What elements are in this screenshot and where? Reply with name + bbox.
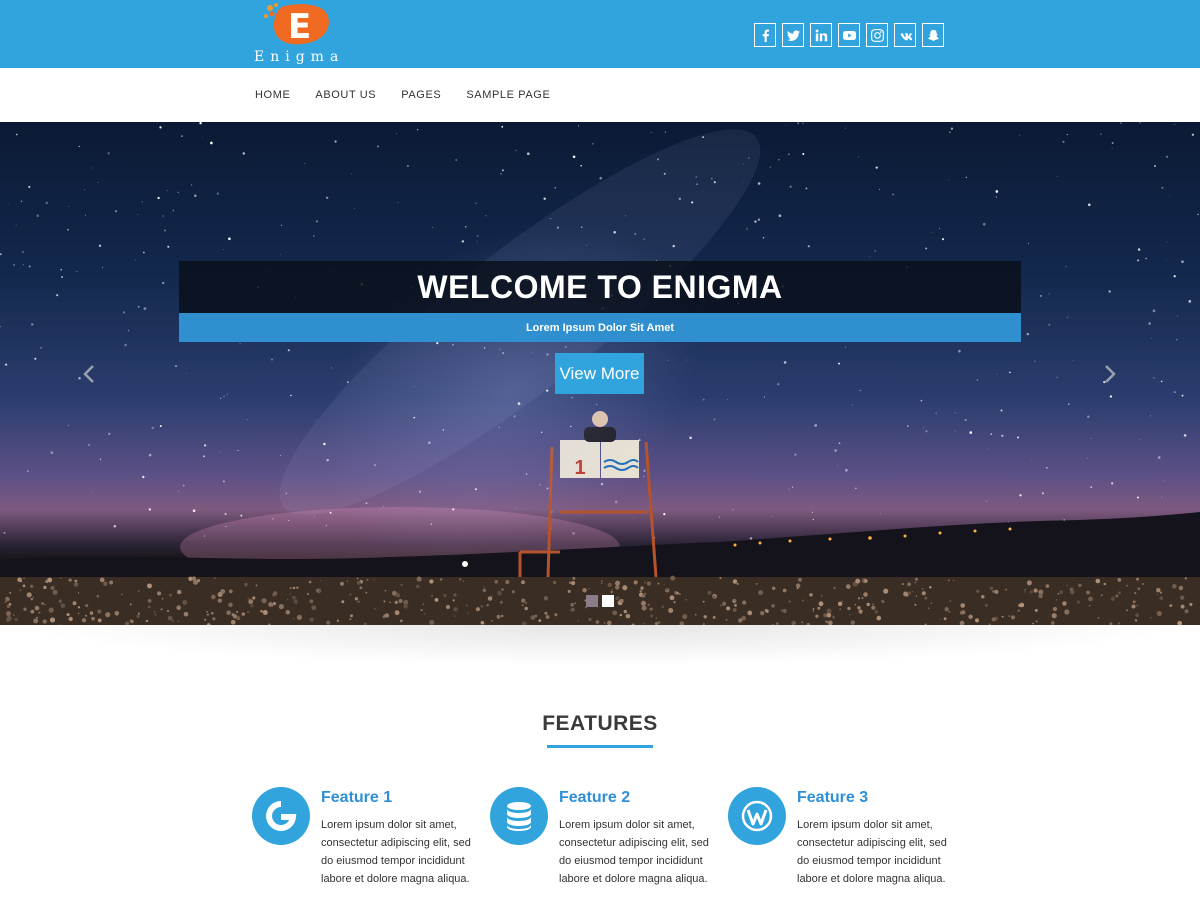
slider-dot-1[interactable] [586, 595, 598, 607]
hero-subtitle-box: Lorem Ipsum Dolor Sit Amet [179, 313, 1021, 342]
feature-card-2: Feature 2 Lorem ipsum dolor sit amet, co… [490, 786, 710, 896]
feature-title[interactable]: Feature 2 [559, 789, 630, 807]
twitter-link[interactable] [782, 23, 804, 47]
main-nav: HOME ABOUT US PAGES SAMPLE PAGE [0, 68, 1200, 122]
nav-item-about-us[interactable]: ABOUT US [315, 89, 376, 101]
social-links [754, 23, 944, 47]
twitter-icon [786, 29, 800, 41]
hero-subtitle: Lorem Ipsum Dolor Sit Amet [525, 321, 675, 334]
logo-mark-icon: E [264, 3, 329, 46]
vk-link[interactable] [894, 23, 916, 47]
slider-prev-button[interactable] [82, 362, 96, 386]
linkedin-link[interactable] [810, 23, 832, 47]
facebook-link[interactable] [754, 23, 776, 47]
features-title-underline [547, 745, 653, 748]
nav-item-sample-page[interactable]: SAMPLE PAGE [466, 89, 550, 101]
instagram-icon [870, 28, 884, 42]
nav-item-pages[interactable]: PAGES [401, 89, 441, 101]
facebook-icon [762, 29, 769, 42]
slider-dot-2-active[interactable] [602, 595, 614, 607]
linkedin-icon [815, 29, 827, 41]
feature-text: Lorem ipsum dolor sit amet, consectetur … [321, 819, 471, 885]
vk-icon [900, 32, 912, 40]
nav-item-home[interactable]: HOME [255, 89, 290, 101]
feature-title[interactable]: Feature 3 [797, 789, 868, 807]
site-logo[interactable]: E Enigma [252, 0, 352, 68]
feature-icon-circle [490, 787, 548, 845]
youtube-link[interactable] [838, 23, 860, 47]
database-icon [507, 802, 531, 831]
snapchat-link[interactable] [922, 23, 944, 47]
google-icon [266, 801, 297, 831]
chevron-right-icon [1105, 365, 1116, 383]
feature-title[interactable]: Feature 1 [321, 789, 392, 807]
feature-icon-circle [252, 787, 310, 845]
logo-text: Enigma [254, 49, 345, 65]
logo-letter: E [288, 7, 311, 46]
instagram-link[interactable] [866, 23, 888, 47]
feature-text: Lorem ipsum dolor sit amet, consectetur … [797, 819, 947, 885]
feature-text: Lorem ipsum dolor sit amet, consectetur … [559, 819, 709, 885]
slider-next-button[interactable] [1103, 362, 1117, 386]
hero-title: WELCOME TO ENIGMA [417, 268, 783, 305]
chevron-left-icon [83, 365, 94, 383]
hero-shadow [0, 625, 1200, 665]
top-bar: E Enigma [0, 0, 1200, 68]
snapchat-icon [927, 29, 939, 41]
slider-indicators [586, 595, 614, 607]
hero-title-box: WELCOME TO ENIGMA [179, 261, 1021, 313]
wordpress-icon [741, 800, 773, 832]
feature-card-1: Feature 1 Lorem ipsum dolor sit amet, co… [252, 786, 472, 896]
feature-card-3: Feature 3 Lorem ipsum dolor sit amet, co… [728, 786, 948, 896]
feature-icon-circle [728, 787, 786, 845]
view-more-button[interactable]: View More [555, 353, 644, 394]
hero-slider: 1 WELCOME TO ENIGMA Lorem Ipsum Dolor Si… [0, 122, 1200, 625]
features-title: FEATURES [542, 712, 658, 735]
youtube-icon [842, 30, 856, 40]
